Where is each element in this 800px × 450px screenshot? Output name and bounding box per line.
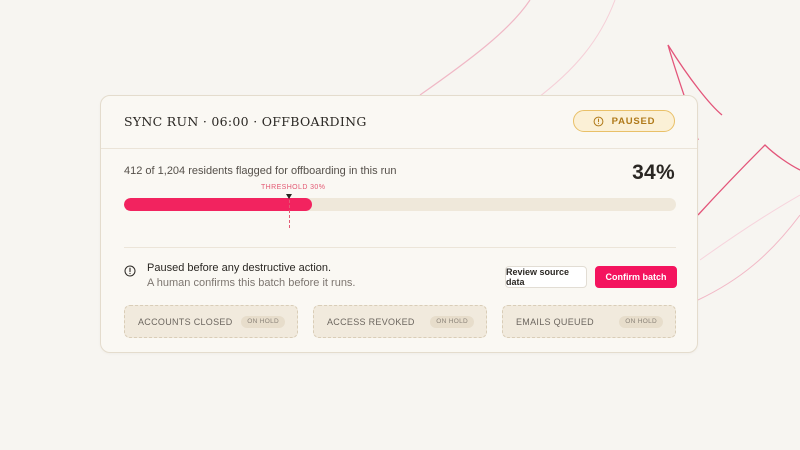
clock-icon bbox=[593, 116, 604, 126]
stage-label: ACCESS REVOKED bbox=[327, 317, 415, 327]
stage-label: EMAILS QUEUED bbox=[516, 317, 594, 327]
review-source-data-button[interactable]: Review source data bbox=[505, 266, 587, 288]
info-icon bbox=[124, 265, 136, 277]
progress-fill bbox=[124, 198, 312, 211]
card-header: SYNC RUN · 06:00 · OFFBOARDING PAUSED bbox=[101, 96, 697, 149]
stage-label: ACCOUNTS CLOSED bbox=[138, 317, 233, 327]
stage-status-tag: ON HOLD bbox=[430, 316, 474, 328]
sync-run-card: SYNC RUN · 06:00 · OFFBOARDING PAUSED 41… bbox=[100, 95, 698, 353]
stage-access-revoked: ACCESS REVOKED ON HOLD bbox=[313, 305, 487, 338]
threshold-tick-icon bbox=[286, 194, 292, 199]
threshold-marker bbox=[289, 195, 290, 228]
status-badge: PAUSED bbox=[573, 110, 675, 132]
run-title: SYNC RUN · 06:00 · OFFBOARDING bbox=[124, 114, 367, 129]
stage-emails-queued: EMAILS QUEUED ON HOLD bbox=[502, 305, 676, 338]
progress-summary: 412 of 1,204 residents flagged for offbo… bbox=[124, 165, 397, 177]
stage-status-tag: ON HOLD bbox=[241, 316, 285, 328]
confirm-batch-button[interactable]: Confirm batch bbox=[595, 266, 677, 288]
notice-subtitle: A human confirms this batch before it ru… bbox=[147, 277, 356, 289]
stage-accounts-closed: ACCOUNTS CLOSED ON HOLD bbox=[124, 305, 298, 338]
status-label: PAUSED bbox=[611, 115, 656, 127]
divider bbox=[124, 247, 676, 248]
threshold-label: THRESHOLD 30% bbox=[261, 184, 326, 191]
notice-title: Paused before any destructive action. bbox=[147, 262, 332, 274]
progress-percent: 34% bbox=[632, 161, 675, 184]
stage-status-tag: ON HOLD bbox=[619, 316, 663, 328]
progress-bar bbox=[124, 198, 676, 211]
